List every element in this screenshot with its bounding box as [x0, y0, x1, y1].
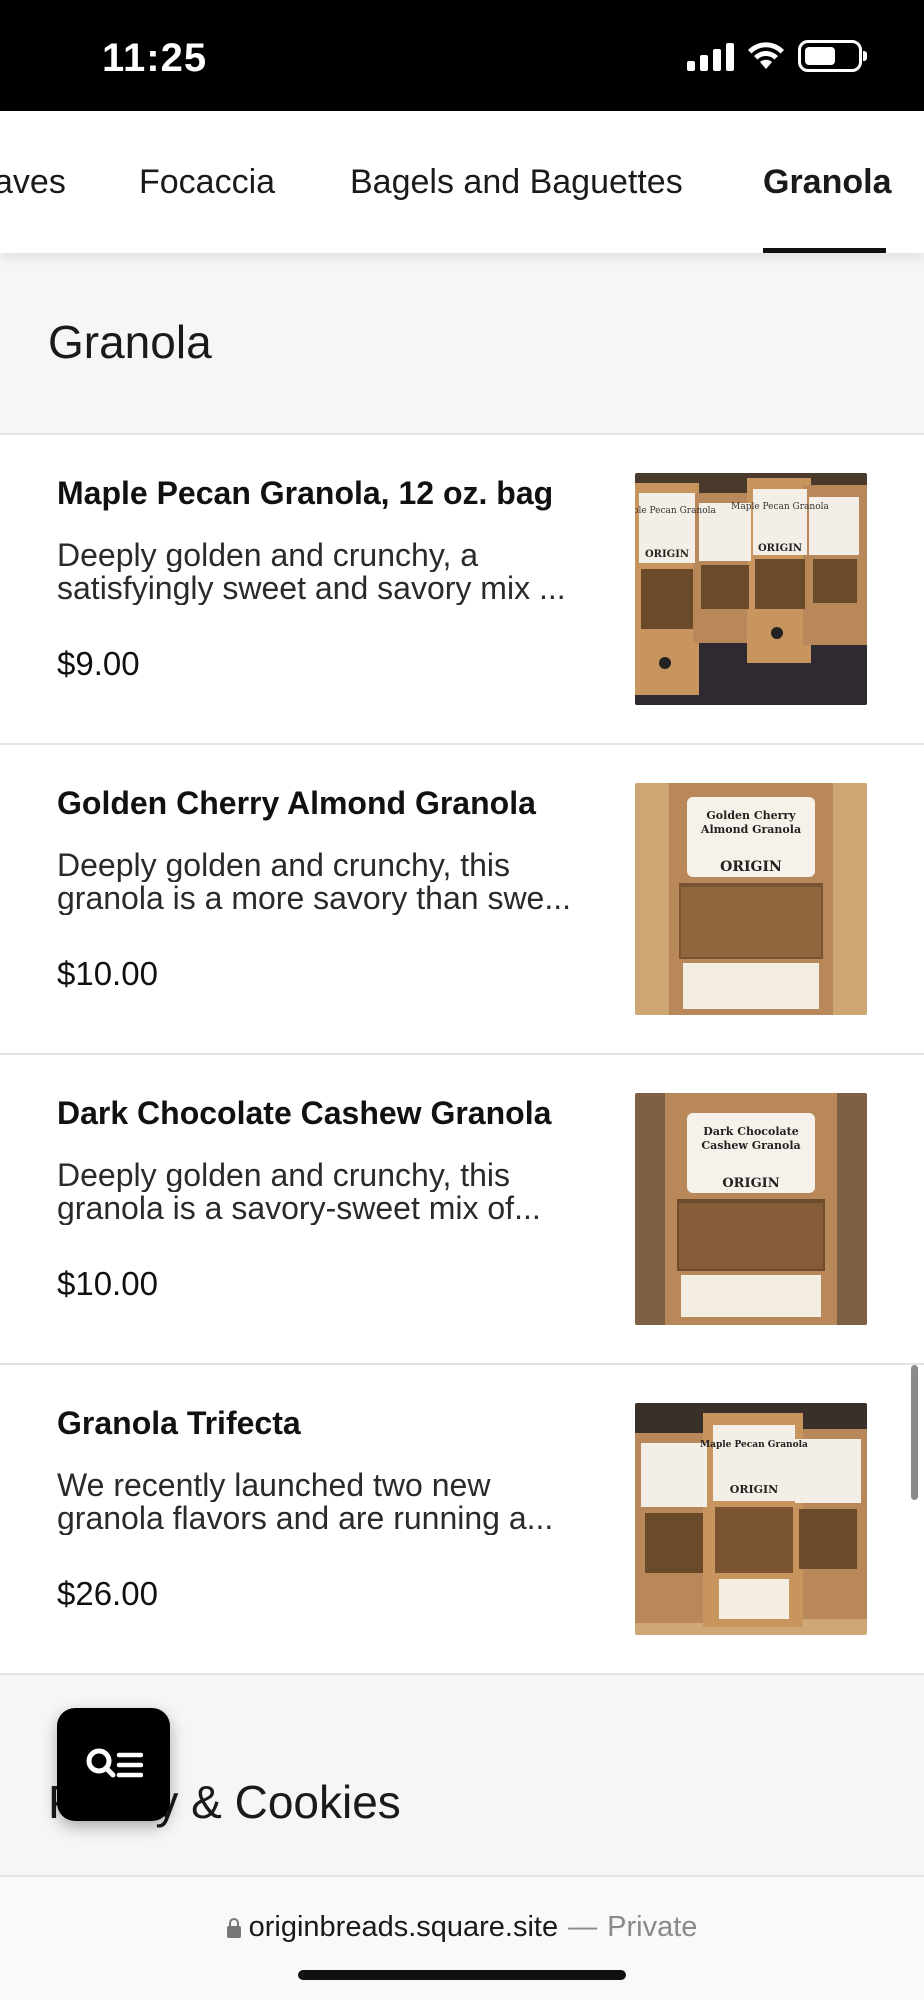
- tab-bagels-and-baguettes[interactable]: Bagels and Baguettes: [350, 163, 683, 202]
- product-image: Maple Pecan Granola ORIGIN: [635, 1403, 867, 1635]
- battery-icon: [798, 40, 867, 72]
- product-item[interactable]: Dark Chocolate Cashew Granola Deeply gol…: [0, 1055, 924, 1365]
- lock-icon: [226, 1917, 241, 1938]
- product-item[interactable]: Granola Trifecta We recently launched tw…: [0, 1365, 924, 1675]
- product-name: Golden Cherry Almond Granola: [57, 785, 536, 821]
- svg-text:ORIGIN: ORIGIN: [730, 1483, 778, 1496]
- product-item[interactable]: Golden Cherry Almond Granola Deeply gold…: [0, 745, 924, 1055]
- product-name: Dark Chocolate Cashew Granola: [57, 1095, 552, 1131]
- section-header: Granola: [0, 253, 924, 435]
- product-price: $26.00: [57, 1575, 158, 1612]
- svg-text:ORIGIN: ORIGIN: [722, 1176, 779, 1191]
- product-price: $10.00: [57, 1265, 158, 1302]
- product-description: Deeply golden and crunchy, this granola …: [57, 1159, 541, 1225]
- product-description: Deeply golden and crunchy, a satisfyingl…: [57, 539, 566, 605]
- wifi-icon: [748, 42, 784, 69]
- product-price: $9.00: [57, 645, 140, 682]
- status-icons: [687, 40, 867, 72]
- browser-url-bar[interactable]: originbreads.square.site — Private: [0, 1877, 924, 2000]
- svg-text:Cashew Granola: Cashew Granola: [701, 1139, 800, 1152]
- product-image: Maple Pecan Granola Maple Pecan Granola …: [635, 473, 867, 705]
- url-display[interactable]: originbreads.square.site — Private: [0, 1911, 924, 1944]
- product-price: $10.00: [57, 955, 158, 992]
- home-indicator[interactable]: [298, 1970, 626, 1980]
- status-time: 11:25: [102, 36, 208, 80]
- status-bar: 11:25: [0, 0, 924, 111]
- active-tab-indicator: [763, 248, 886, 253]
- search-menu-button[interactable]: [57, 1708, 170, 1821]
- svg-text:Golden Cherry: Golden Cherry: [706, 809, 796, 822]
- svg-text:ORIGIN: ORIGIN: [758, 543, 802, 554]
- svg-text:Dark Chocolate: Dark Chocolate: [703, 1125, 798, 1138]
- svg-text:Almond Granola: Almond Granola: [700, 823, 801, 836]
- tab-granola[interactable]: Granola: [763, 163, 891, 202]
- svg-text:Maple Pecan Granola: Maple Pecan Granola: [635, 506, 717, 516]
- category-tabs: aves Focaccia Bagels and Baguettes Grano…: [0, 111, 924, 253]
- url-text: originbreads.square.site: [248, 1911, 559, 1943]
- cellular-signal-icon: [687, 41, 734, 71]
- scrollbar-thumb[interactable]: [911, 1365, 918, 1500]
- url-separator: —: [568, 1911, 598, 1943]
- svg-text:ORIGIN: ORIGIN: [645, 549, 689, 560]
- product-item[interactable]: Maple Pecan Granola, 12 oz. bag Deeply g…: [0, 435, 924, 745]
- product-name: Granola Trifecta: [57, 1405, 301, 1441]
- svg-text:Maple Pecan Granola: Maple Pecan Granola: [700, 1440, 808, 1450]
- svg-text:ORIGIN: ORIGIN: [720, 859, 782, 875]
- product-image: Dark Chocolate Cashew Granola ORIGIN: [635, 1093, 867, 1325]
- tab-focaccia[interactable]: Focaccia: [139, 163, 275, 202]
- svg-text:Maple Pecan Granola: Maple Pecan Granola: [731, 502, 829, 512]
- search-menu-icon: [86, 1748, 143, 1777]
- product-description: We recently launched two new granola fla…: [57, 1469, 554, 1535]
- tab-loaves[interactable]: aves: [0, 163, 66, 202]
- product-description: Deeply golden and crunchy, this granola …: [57, 849, 572, 915]
- section-title: Granola: [48, 316, 212, 368]
- product-image: Golden Cherry Almond Granola ORIGIN: [635, 783, 867, 1015]
- private-mode-label: Private: [607, 1911, 698, 1943]
- product-name: Maple Pecan Granola, 12 oz. bag: [57, 475, 554, 511]
